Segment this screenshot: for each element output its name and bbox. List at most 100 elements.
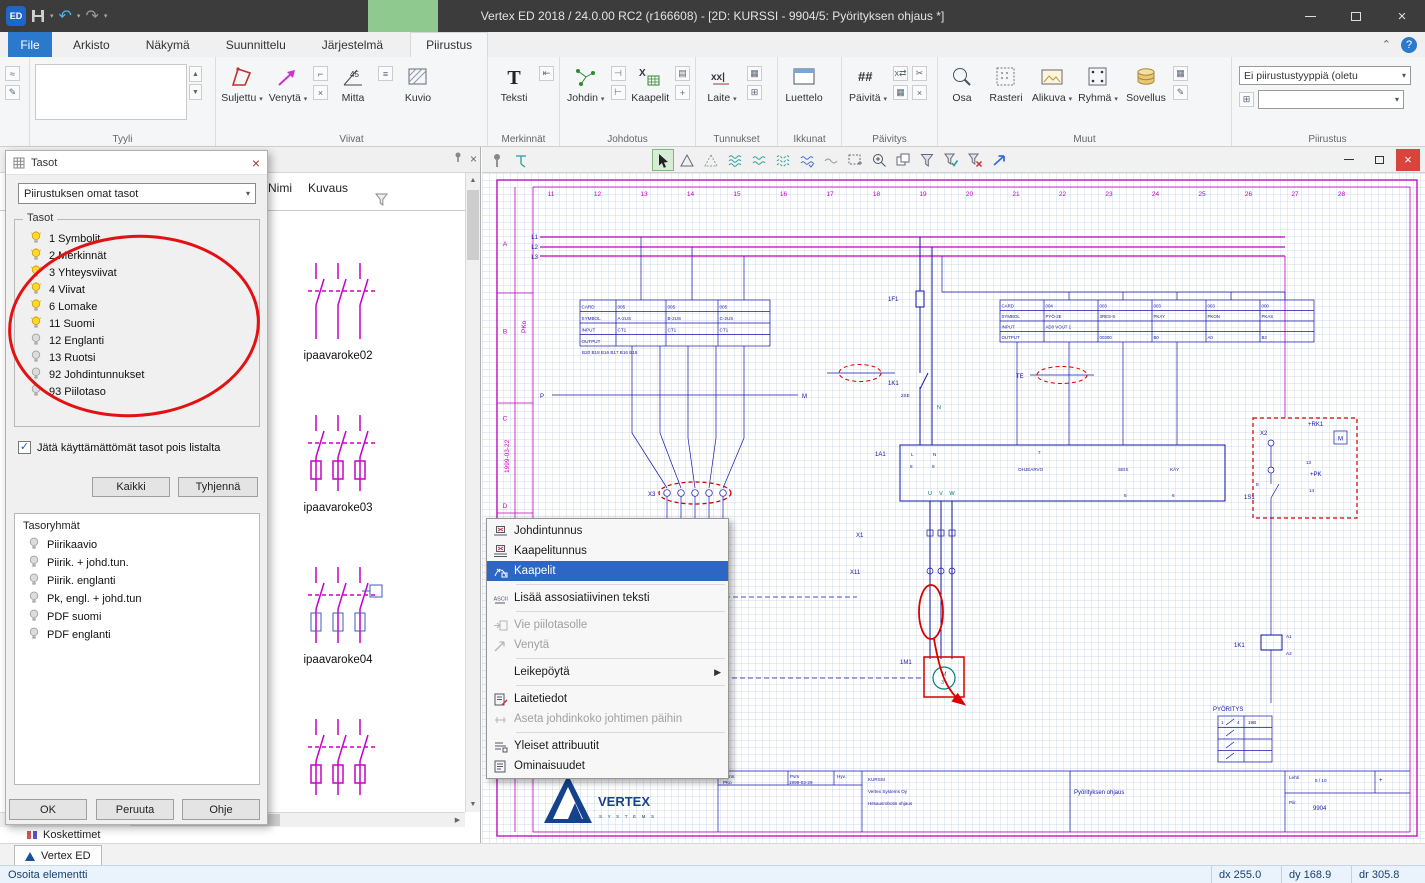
- sheet-add-icon[interactable]: ⊞: [1239, 92, 1254, 107]
- tag-box-icon[interactable]: ⊞: [747, 85, 762, 100]
- kaapelit-button[interactable]: X Kaapelit: [628, 60, 674, 104]
- layer-row[interactable]: 93 Piilotaso: [17, 383, 257, 400]
- minimize-button[interactable]: [1287, 0, 1333, 32]
- tag-grid-icon[interactable]: ▦: [747, 66, 762, 81]
- wire-mode-icon[interactable]: [510, 149, 532, 171]
- layer-row[interactable]: 3 Yhteysviivat: [17, 264, 257, 281]
- mitta-button[interactable]: 45 Mitta: [330, 60, 376, 104]
- triangle-dashed-icon[interactable]: [700, 149, 722, 171]
- menu-item-leikep-yt[interactable]: Leikepöytä▶: [487, 662, 728, 682]
- update-cut-icon[interactable]: ✂: [912, 66, 927, 81]
- pick-style-icon[interactable]: ≈: [5, 66, 20, 81]
- paivita-button[interactable]: ## Päivitä ▾: [845, 60, 891, 104]
- menu-item-vie-piilotasolle[interactable]: Vie piilotasolle: [487, 615, 728, 635]
- sovellus-button[interactable]: Sovellus: [1121, 60, 1171, 104]
- ohje-button[interactable]: Ohje: [182, 799, 260, 820]
- osa-button[interactable]: Osa: [941, 60, 983, 104]
- peruuta-button[interactable]: Peruuta: [96, 799, 174, 820]
- symbol-thumbnail[interactable]: [290, 563, 386, 650]
- filter-check-icon[interactable]: [940, 149, 962, 171]
- luettelo-button[interactable]: Luettelo: [781, 60, 827, 104]
- venyta-button[interactable]: Venytä ▾: [265, 60, 311, 104]
- bulb-off-icon[interactable]: [30, 350, 42, 366]
- ryhma-button[interactable]: Ryhmä ▾: [1075, 60, 1121, 104]
- ok-button[interactable]: OK: [9, 799, 87, 820]
- brush-icon[interactable]: ✎: [5, 85, 20, 100]
- copy-view-icon[interactable]: [892, 149, 914, 171]
- doc-minimize-button[interactable]: [1334, 149, 1364, 171]
- layer-row[interactable]: 12 Englanti: [17, 332, 257, 349]
- menu-item-johdintunnus[interactable]: Johdintunnus: [487, 521, 728, 541]
- symbol-thumbnail[interactable]: [290, 411, 386, 498]
- tilde-tool-icon[interactable]: [820, 149, 842, 171]
- wire-split-icon[interactable]: ⊣: [611, 66, 626, 81]
- undo-dropdown-caret[interactable]: ▾: [77, 12, 81, 20]
- style-up-icon[interactable]: ▲: [189, 66, 202, 82]
- wire-join-icon[interactable]: ⊢: [611, 85, 626, 100]
- layer-group-row[interactable]: Pk, engl. + johd.tun: [15, 590, 259, 608]
- update-grid-icon[interactable]: ▦: [893, 85, 908, 100]
- tab-jarjestelma[interactable]: Järjestelmä: [307, 32, 398, 57]
- menu-item-ominaisuudet[interactable]: Ominaisuudet: [487, 756, 728, 776]
- vscroll-thumb[interactable]: [467, 190, 479, 260]
- cable-list-icon[interactable]: ▤: [675, 66, 690, 81]
- symbol-thumbnail[interactable]: [290, 715, 386, 802]
- tree-item-koskettimet[interactable]: Koskettimet: [26, 828, 100, 842]
- bulb-on-icon[interactable]: [30, 316, 42, 332]
- maximize-button[interactable]: [1333, 0, 1379, 32]
- hatch-style1-icon[interactable]: [724, 149, 746, 171]
- save-icon[interactable]: [31, 9, 45, 23]
- zoom-in-icon[interactable]: [868, 149, 890, 171]
- filter-icon[interactable]: [916, 149, 938, 171]
- hatch-style2-icon[interactable]: [748, 149, 770, 171]
- style-down-icon[interactable]: ▼: [189, 84, 202, 100]
- undo-icon[interactable]: ↶: [59, 6, 72, 26]
- triangle-tool-icon[interactable]: [676, 149, 698, 171]
- menu-item-kaapelitunnus[interactable]: Kaapelitunnus: [487, 541, 728, 561]
- update-del-icon[interactable]: ×: [912, 85, 927, 100]
- filter-clear-icon[interactable]: [964, 149, 986, 171]
- layer-group-row[interactable]: Piirik. + johd.tun.: [15, 554, 259, 572]
- update-x-icon[interactable]: x⇄: [893, 66, 908, 81]
- layer-group-row[interactable]: PDF englanti: [15, 626, 259, 644]
- panel-pin-icon[interactable]: [452, 151, 464, 166]
- redo-icon[interactable]: ↷: [85, 6, 98, 26]
- trim-icon[interactable]: ⌐: [313, 66, 328, 81]
- app-edit-icon[interactable]: ✎: [1173, 85, 1188, 100]
- menu-item-lis-assosiatiivinen-teksti[interactable]: ASCIILisää assosiatiivinen teksti: [487, 588, 728, 608]
- hatch-style4-icon[interactable]: [796, 149, 818, 171]
- column-nimi[interactable]: Nimi: [268, 181, 292, 195]
- symbol-vscrollbar[interactable]: ▲ ▼: [465, 173, 480, 812]
- marquee-icon[interactable]: [844, 149, 866, 171]
- menu-item-laitetiedot[interactable]: Laitetiedot: [487, 689, 728, 709]
- select-tool-icon[interactable]: [652, 149, 674, 171]
- layer-scope-select[interactable]: Piirustuksen omat tasot▾: [18, 183, 256, 204]
- cut-icon[interactable]: ×: [313, 85, 328, 100]
- dim-chain-icon[interactable]: ≡: [378, 66, 393, 81]
- document-tab-vertex-ed[interactable]: Vertex ED: [14, 845, 102, 866]
- bulb-on-icon[interactable]: [30, 248, 42, 264]
- doc-restore-button[interactable]: [1364, 149, 1394, 171]
- layer-row[interactable]: 4 Viivat: [17, 281, 257, 298]
- rasteri-button[interactable]: Rasteri: [983, 60, 1029, 104]
- bulb-on-icon[interactable]: [30, 231, 42, 247]
- dialog-close-icon[interactable]: ×: [252, 155, 260, 171]
- tab-suunnittelu[interactable]: Suunnittelu: [211, 32, 301, 57]
- save-dropdown-caret[interactable]: ▾: [50, 12, 54, 20]
- menu-item-yleiset-attribuutit[interactable]: Yleiset attribuutit: [487, 736, 728, 756]
- bulb-off-icon[interactable]: [30, 384, 42, 400]
- scroll-right-icon[interactable]: ▶: [450, 813, 465, 827]
- bulb-on-icon[interactable]: [30, 282, 42, 298]
- menu-item-kaapelit[interactable]: Kaapelit: [487, 561, 728, 581]
- style-gallery[interactable]: [35, 64, 187, 120]
- bulb-off-icon[interactable]: [30, 367, 42, 383]
- help-icon[interactable]: ?: [1401, 37, 1417, 53]
- layer-row[interactable]: 1 Symbolit: [17, 230, 257, 247]
- kuvio-button[interactable]: Kuvio: [395, 60, 441, 104]
- symbol-thumbnail[interactable]: [290, 259, 386, 346]
- panel-close-icon[interactable]: ×: [470, 152, 477, 166]
- close-button[interactable]: ×: [1379, 0, 1425, 32]
- bulb-on-icon[interactable]: [30, 265, 42, 281]
- pin-icon[interactable]: [486, 149, 508, 171]
- drawing-type-select[interactable]: Ei piirustustyyppiä (oletu▾: [1239, 66, 1411, 85]
